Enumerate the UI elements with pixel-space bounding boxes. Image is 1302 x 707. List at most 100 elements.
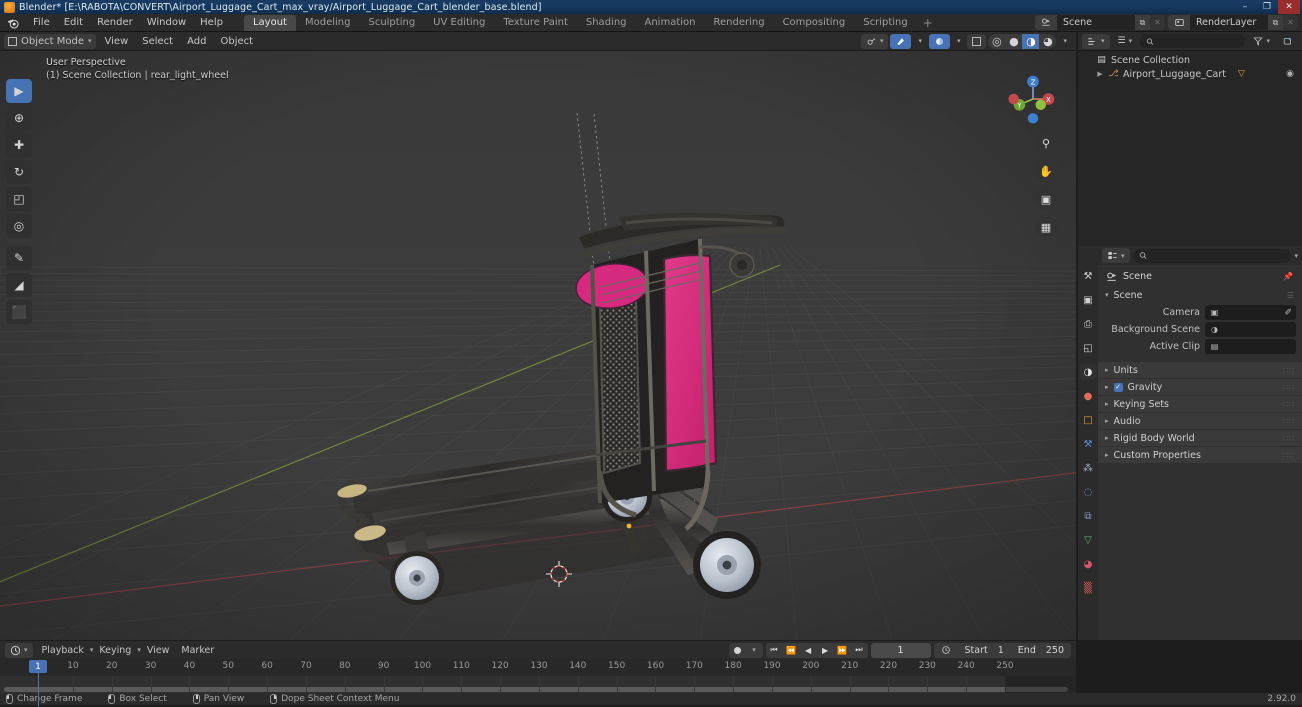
use-preview-range-icon[interactable] [934,643,958,658]
menu-edit[interactable]: Edit [57,15,90,30]
workspace-tab-uv-editing[interactable]: UV Editing [424,15,494,31]
timeline-menu-view[interactable]: View [141,643,176,658]
mesh-data-icon[interactable]: ▽ [1238,69,1245,79]
viewport-menu-add[interactable]: Add [180,34,213,49]
scale-tool[interactable]: ◰ [6,187,32,211]
unlink-scene-button[interactable]: ✕ [1150,15,1165,30]
panel-gravity[interactable]: ▸ ✓ Gravity ∷∷ [1098,379,1302,395]
close-button[interactable]: ✕ [1278,0,1300,14]
texture-tab[interactable]: ▒ [1080,580,1096,596]
overlays-dropdown[interactable]: ▾ [913,34,927,49]
properties-editor-type-button[interactable]: ▾ [1102,248,1130,263]
maximize-button[interactable]: ❐ [1256,0,1278,14]
pan-view-icon[interactable]: ✋ [1035,160,1057,182]
jump-to-end-button[interactable]: ⏭ [851,643,868,658]
end-value[interactable]: 250 [1046,645,1064,656]
menu-file[interactable]: File [26,15,57,30]
physics-tab[interactable]: ◌ [1080,484,1096,500]
shading-dropdown[interactable]: ▾ [1058,34,1072,49]
show-overlays-button[interactable] [890,33,912,49]
panel-checkbox[interactable]: ✓ [1113,382,1123,392]
transform-tool[interactable]: ◎ [6,214,32,238]
outliner-search-input[interactable] [1157,36,1240,46]
properties-search-input[interactable] [1150,250,1286,261]
outliner-row-airport-luggage-cart[interactable]: ▶ ⎇ Airport_Luggage_Cart ▽ ◉ [1078,67,1302,81]
view-layer-selector[interactable]: RenderLayer ⧉ ✕ [1168,15,1298,30]
background-scene-field[interactable]: ◑ [1205,322,1296,337]
workspace-tab-modeling[interactable]: Modeling [296,15,360,31]
move-tool[interactable]: ✚ [6,133,32,157]
pin-icon[interactable]: 📌 [1283,272,1294,281]
modifier-tab[interactable]: ⚒ [1080,436,1096,452]
output-tab[interactable]: ⎙ [1080,316,1096,332]
timeline-editor[interactable]: ▾ Playback ▾ Keying ▾ View Marker ▾ ⏮ ⏪ ◀ ▶ ⏩ ⏭ 1 … [0,641,1076,707]
panel-keying-sets[interactable]: ▸ Keying Sets ∷∷ [1098,396,1302,412]
zoom-view-icon[interactable]: ⚲ [1035,132,1057,154]
workspace-tab-layout[interactable]: Layout [243,14,296,31]
panel-rigid-body-world[interactable]: ▸ Rigid Body World ∷∷ [1098,430,1302,446]
new-collection-button[interactable] [1278,34,1298,49]
playback-controls[interactable]: ⏮ ⏪ ◀ ▶ ⏩ ⏭ [765,642,868,658]
toggle-camera-frame-button[interactable] [967,33,987,49]
show-gizmo-button[interactable]: ▾ [860,33,889,49]
workspace-tab-shading[interactable]: Shading [577,15,636,31]
start-frame[interactable]: Start 1 [958,643,1011,658]
eyedropper-icon[interactable]: ✐ [1284,308,1292,318]
viewport-canvas[interactable] [0,51,1076,640]
blender-logo-icon[interactable] [6,16,20,30]
timeline-editor-type-button[interactable]: ▾ [5,642,33,658]
properties-editor[interactable]: ⚒ ▣ ⎙ ◱ ◑ ● □ ⚒ ⁂ ◌ ⧉ ▽ ◕ ▒ ▾ ▾ Scene 📌 … [1078,246,1302,640]
menu-help[interactable]: Help [193,15,230,30]
viewport-menu-view[interactable]: View [98,34,136,49]
object-mode-label[interactable]: Object Mode [21,36,84,47]
add-workspace-button[interactable]: + [917,16,939,30]
properties-options-chevron[interactable]: ▾ [1294,252,1298,260]
shading-wireframe-button[interactable]: ◎ [988,34,1005,49]
visibility-eye-icon[interactable]: ◉ [1286,69,1294,79]
editor-type-selector[interactable]: Object Mode ▾ [4,33,96,49]
add-cube-tool[interactable]: ⬛ [6,300,32,324]
timeline-menu-marker[interactable]: Marker [175,643,220,658]
tweak-tool[interactable]: ▶ [6,79,32,103]
shading-mode-group[interactable]: ◎ ● ◑ ◕ [988,33,1057,49]
outliner-row-scene-collection[interactable]: ▤ Scene Collection [1078,53,1302,67]
panel-units[interactable]: ▸ Units ∷∷ [1098,362,1302,378]
jump-to-start-button[interactable]: ⏮ [766,643,783,658]
xray-toggle-button[interactable] [928,33,950,49]
panel-audio[interactable]: ▸ Audio ∷∷ [1098,413,1302,429]
workspace-tab-sculpting[interactable]: Sculpting [359,15,424,31]
new-view-layer-button[interactable]: ⧉ [1268,15,1283,30]
menu-render[interactable]: Render [90,15,140,30]
measure-tool[interactable]: ◢ [6,273,32,297]
scene-selector[interactable]: Scene ⧉ ✕ [1035,15,1165,30]
particles-tab[interactable]: ⁂ [1080,460,1096,476]
start-value[interactable]: 1 [998,645,1004,656]
navigation-gizmo[interactable]: Z Y X [1004,70,1062,128]
auto-keying-dropdown[interactable]: ▾ [746,643,763,658]
shading-material-preview-button[interactable]: ◑ [1022,33,1040,49]
play-button[interactable]: ▶ [817,643,834,658]
jump-to-next-keyframe-button[interactable]: ⏩ [834,643,851,658]
menu-window[interactable]: Window [140,15,193,30]
outliner-editor[interactable]: ▾ ☰ ▾ ▾ ▤ Scene Collection ▶ ⎇ Airport_Luggag… [1078,32,1302,246]
viewport-menu-select[interactable]: Select [135,34,180,49]
display-mode-button[interactable]: ☰ ▾ [1113,34,1138,49]
outliner-editor-type-button[interactable]: ▾ [1082,33,1110,49]
material-tab[interactable]: ◕ [1080,556,1096,572]
auto-keying-group[interactable]: ▾ [728,642,763,658]
frame-range-field[interactable]: Start 1 End 250 [933,642,1071,658]
workspace-tab-animation[interactable]: Animation [636,15,705,31]
data-tab[interactable]: ▽ [1080,532,1096,548]
annotate-tool[interactable]: ✎ [6,246,32,270]
outliner-filter-button[interactable]: ▾ [1248,34,1275,49]
3d-viewport[interactable]: Object Mode ▾ View Select Add Object ▾ ▾ ▾ [0,32,1076,640]
world-tab[interactable]: ● [1080,388,1096,404]
timeline-horizontal-scrollbar[interactable] [4,687,1068,692]
render-tab[interactable]: ▣ [1080,292,1096,308]
timeline-menu-keying[interactable]: Keying [93,643,137,658]
remove-view-layer-button[interactable]: ✕ [1283,15,1298,30]
object-tab[interactable]: □ [1080,412,1096,428]
active-clip-field[interactable]: ▤ [1205,339,1296,354]
constraints-tab[interactable]: ⧉ [1080,508,1096,524]
current-frame-field[interactable]: 1 [870,642,931,658]
